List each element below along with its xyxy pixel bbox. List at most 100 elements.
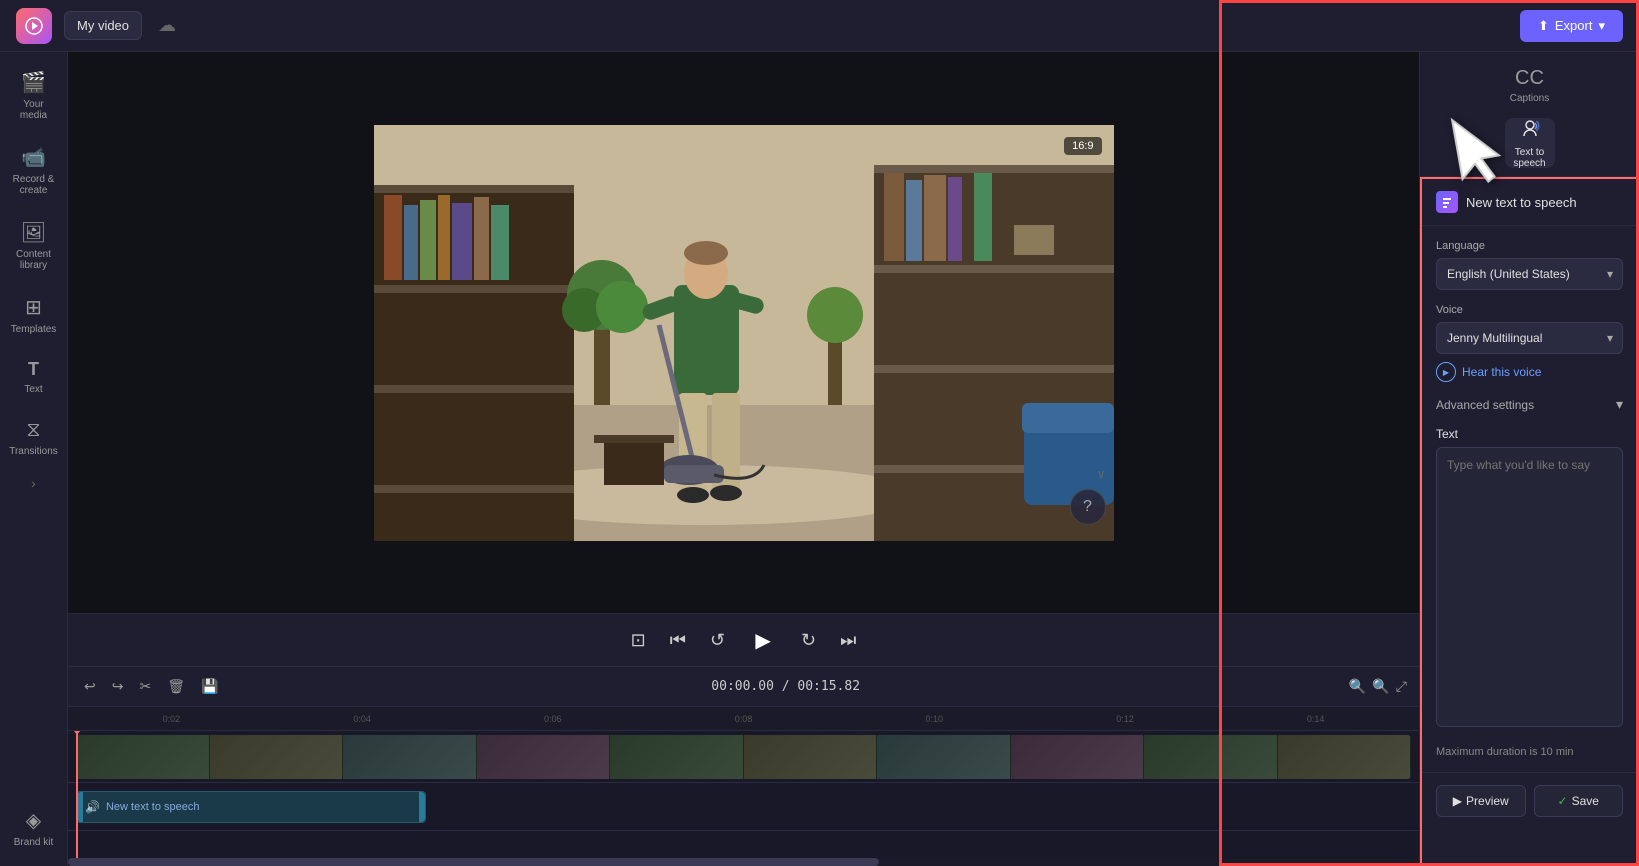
sidebar-item-content-library[interactable]: 🖼 Content library (4, 210, 64, 281)
playhead[interactable] (76, 731, 78, 858)
collapse-arrow[interactable]: ∨ (1097, 467, 1106, 481)
right-panel: CC Captions Text to speech (1419, 52, 1639, 866)
text-icon: T (28, 359, 39, 380)
forward-button[interactable]: ↻ (797, 626, 820, 655)
tts-header: New text to speech (1422, 179, 1637, 226)
ruler-mark: 0:12 (1030, 714, 1221, 724)
left-sidebar: 🎬 Your media 📹 Record & create 🖼 Content… (0, 52, 68, 866)
zoom-in-button[interactable]: 🔍 (1372, 678, 1389, 695)
timeline-ruler: 0:02 0:04 0:06 0:08 0:10 0:12 0:14 (68, 707, 1419, 731)
tts-panel-title: New text to speech (1466, 195, 1577, 210)
ruler-mark: 0:10 (839, 714, 1030, 724)
video-track[interactable] (76, 735, 1411, 779)
sidebar-item-transitions[interactable]: ⧖ Transitions (4, 409, 64, 467)
tts-footer: ▶ Preview ✓ Save (1422, 772, 1637, 829)
ruler-mark: 0:02 (76, 714, 267, 724)
tts-header-icon (1436, 191, 1458, 213)
play-button[interactable]: ▶ (745, 622, 781, 658)
captions-icon: CC (1515, 67, 1544, 90)
video-preview: 16:9 › ? ∨ (68, 52, 1419, 613)
timeline-tracks: 🔊 New text to speech (68, 731, 1419, 858)
export-button[interactable]: ⬆ Export ▾ (1520, 10, 1623, 42)
ruler-mark: 0:06 (457, 714, 648, 724)
delete-button[interactable]: 🗑 (163, 674, 189, 699)
text-section-label: Text (1436, 427, 1623, 441)
export-chevron-icon: ▾ (1598, 18, 1605, 34)
hear-voice-button[interactable]: ▶ Hear this voice (1436, 362, 1541, 382)
video-frame: 16:9 › ? ∨ (374, 125, 1114, 541)
text-input[interactable] (1436, 447, 1623, 727)
advanced-settings-row[interactable]: Advanced settings ▾ (1436, 396, 1623, 413)
rewind-button[interactable]: ↺ (706, 626, 729, 655)
speech-track[interactable]: 🔊 New text to speech (76, 791, 426, 823)
scrollbar-thumb[interactable] (68, 858, 879, 866)
your-media-icon: 🎬 (21, 70, 46, 95)
voice-label: Voice (1436, 304, 1623, 316)
language-section: Language English (United States) English… (1436, 240, 1623, 290)
language-label: Language (1436, 240, 1623, 252)
skip-forward-button[interactable]: ⏭ (836, 626, 860, 655)
tts-panel: New text to speech Language English (Uni… (1420, 177, 1639, 866)
transitions-icon: ⧖ (26, 419, 40, 442)
language-dropdown-wrapper: English (United States) English (United … (1436, 258, 1623, 290)
skip-back-button[interactable]: ⏮ (666, 626, 690, 655)
preview-button[interactable]: ▶ Preview (1436, 785, 1526, 817)
help-button[interactable]: ? (1070, 489, 1106, 525)
voice-section: Voice Jenny Multilingual Guy Multilingua… (1436, 304, 1623, 382)
ruler-mark: 0:04 (267, 714, 458, 724)
captions-button[interactable]: CC Captions (1505, 60, 1555, 110)
play-circle-icon: ▶ (1436, 362, 1456, 382)
volume-icon: 🔊 (85, 800, 100, 814)
ruler-mark: 0:14 (1220, 714, 1411, 724)
tts-icon (1519, 117, 1541, 144)
ruler-mark: 0:08 (648, 714, 839, 724)
sidebar-item-your-media[interactable]: 🎬 Your media (4, 60, 64, 131)
max-duration-label: Maximum duration is 10 min (1436, 746, 1623, 758)
redo-button[interactable]: ↪ (108, 674, 128, 699)
timeline-toolbar: ↩ ↪ ✂ 🗑 💾 00:00.00 / 00:15.82 🔍 🔍 ⤢ (68, 667, 1419, 707)
save-clip-button[interactable]: 💾 (197, 674, 222, 699)
timeline: ↩ ↪ ✂ 🗑 💾 00:00.00 / 00:15.82 🔍 🔍 ⤢ (68, 666, 1419, 866)
expand-sidebar-arrow[interactable]: › (31, 475, 36, 491)
record-icon: 📹 (21, 145, 46, 170)
timeline-scrollbar[interactable] (68, 858, 1419, 866)
speech-track-label: New text to speech (106, 801, 200, 813)
content-library-icon: 🖼 (21, 220, 46, 245)
sidebar-item-text[interactable]: T Text (4, 349, 64, 405)
chevron-down-icon: ▾ (1616, 396, 1623, 413)
preview-play-icon: ▶ (1453, 794, 1462, 808)
time-display: 00:00.00 / 00:15.82 (230, 679, 1341, 694)
language-select[interactable]: English (United States) English (United … (1436, 258, 1623, 290)
fit-timeline-button[interactable]: ⤢ (1396, 678, 1407, 695)
project-name[interactable]: My video (64, 11, 142, 40)
save-button[interactable]: ✓ Save (1534, 785, 1624, 817)
undo-button[interactable]: ↩ (80, 674, 100, 699)
center-area: 16:9 › ? ∨ ⊡ ⏮ ↺ ▶ ↻ ⏭ ↩ ↪ ✂ (68, 52, 1419, 866)
cloud-icon: ☁ (158, 15, 176, 36)
track-handle-right[interactable] (419, 792, 425, 822)
zoom-out-button[interactable]: 🔍 (1349, 678, 1366, 695)
brand-icon: ◈ (26, 808, 41, 833)
cut-button[interactable]: ✂ (135, 674, 155, 699)
top-bar: My video ☁ ⬆ Export ▾ (0, 0, 1639, 52)
capture-frame-button[interactable]: ⊡ (627, 626, 650, 655)
speech-track-row: 🔊 New text to speech (68, 783, 1419, 831)
aspect-ratio-badge: 16:9 (1064, 137, 1101, 155)
app-logo (16, 8, 52, 44)
sidebar-item-templates[interactable]: ⊞ Templates (4, 285, 64, 345)
text-section: Text (1436, 427, 1623, 732)
advanced-settings-label: Advanced settings (1436, 398, 1534, 412)
video-track-row (68, 731, 1419, 783)
video-controls: ⊡ ⏮ ↺ ▶ ↻ ⏭ (68, 613, 1419, 666)
text-to-speech-button[interactable]: Text to speech (1505, 118, 1555, 168)
right-sidebar-icons: CC Captions Text to speech (1420, 52, 1639, 177)
templates-icon: ⊞ (25, 295, 42, 320)
voice-select[interactable]: Jenny Multilingual Guy Multilingual Aria… (1436, 322, 1623, 354)
main-area: 🎬 Your media 📹 Record & create 🖼 Content… (0, 52, 1639, 866)
voice-dropdown-wrapper: Jenny Multilingual Guy Multilingual Aria… (1436, 322, 1623, 354)
tts-body: Language English (United States) English… (1422, 226, 1637, 772)
sidebar-item-record-create[interactable]: 📹 Record & create (4, 135, 64, 206)
export-icon: ⬆ (1538, 18, 1549, 34)
sidebar-item-brand[interactable]: ◈ Brand kit (4, 798, 64, 858)
check-icon: ✓ (1558, 794, 1568, 808)
